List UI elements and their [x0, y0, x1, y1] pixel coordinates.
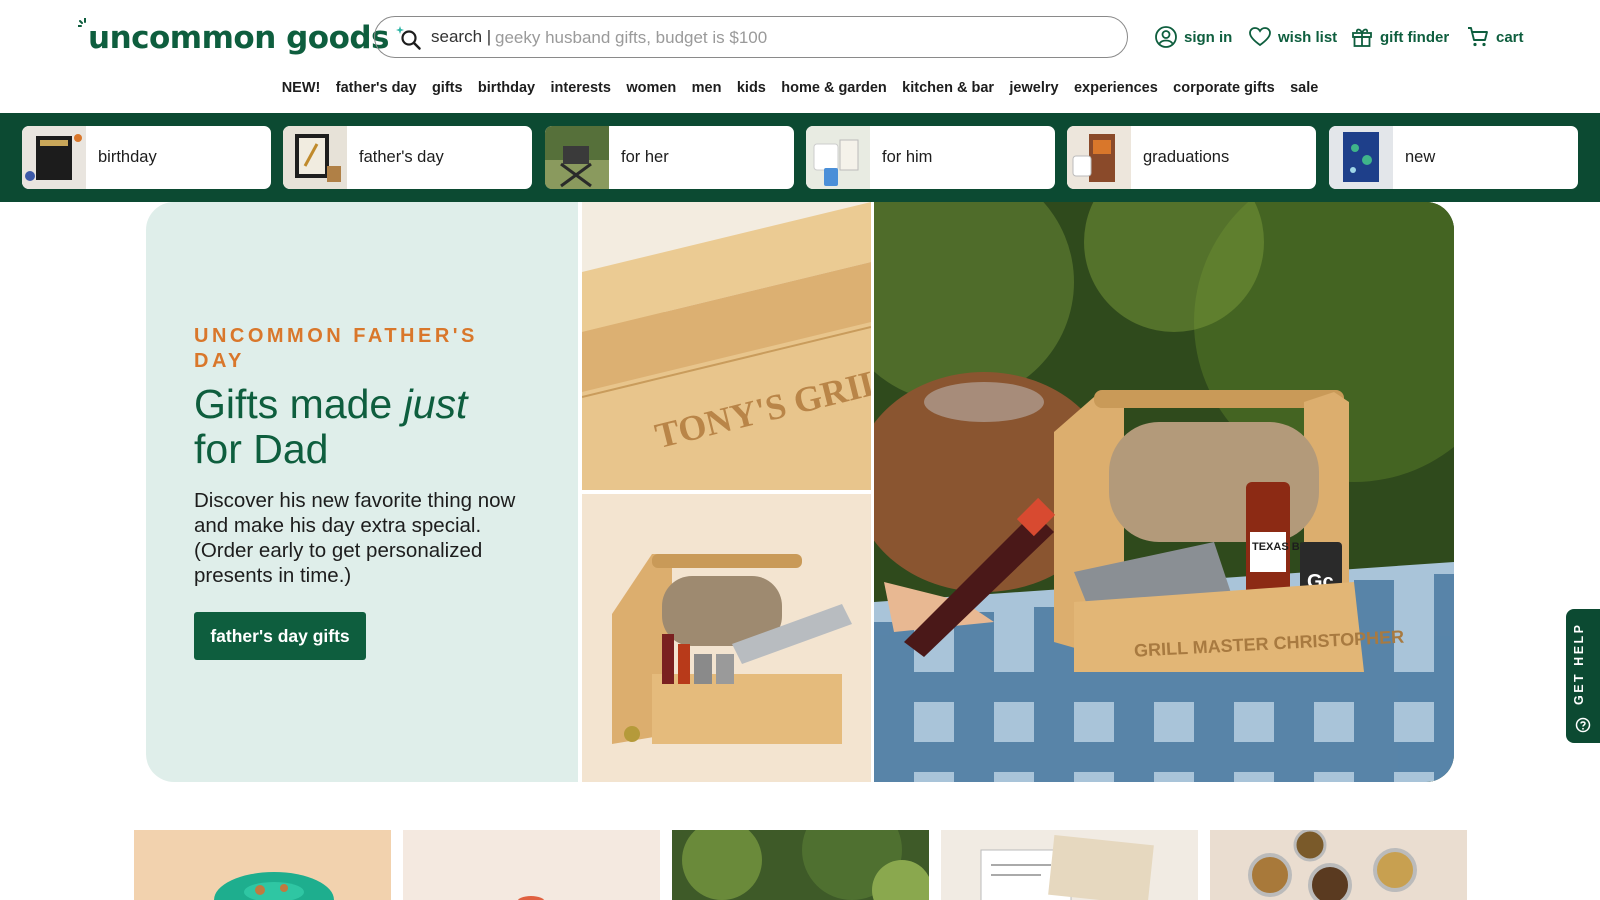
search-input[interactable] [493, 20, 1097, 56]
sign-in-label: sign in [1184, 28, 1233, 46]
nav-item-birthday[interactable]: birthday [470, 76, 543, 100]
product-tile-5[interactable] [1210, 830, 1467, 900]
category-thumb [1329, 126, 1393, 189]
nav-item-interests[interactable]: interests [543, 76, 619, 100]
get-help-label: GET HELP [1572, 622, 1586, 706]
logo-text: uncommon goods [88, 20, 390, 56]
get-help-tab[interactable]: GET HELP [1566, 609, 1600, 743]
hero-panel: UNCOMMON FATHER'S DAY Gifts made just fo… [146, 202, 578, 782]
nav-item-home-garden[interactable]: home & garden [774, 76, 895, 100]
category-thumb [545, 126, 609, 189]
help-circle-icon [1575, 717, 1591, 733]
category-label: birthday [98, 148, 157, 166]
gift-finder-link[interactable]: gift finder [1350, 22, 1449, 52]
nav-item-gifts[interactable]: gifts [424, 76, 470, 100]
category-label: graduations [1143, 148, 1230, 166]
ai-search-icon [396, 26, 421, 50]
wish-list-link[interactable]: wish list [1248, 22, 1337, 52]
nav-item-corporate-gifts[interactable]: corporate gifts [1165, 76, 1282, 100]
fathers-day-gifts-button[interactable]: father's day gifts [194, 612, 366, 660]
logo-sparkle-icon [78, 18, 86, 27]
sign-in-link[interactable]: sign in [1154, 22, 1232, 52]
heart-icon [1249, 27, 1271, 47]
site-logo[interactable]: uncommon goods [78, 18, 390, 58]
wish-list-label: wish list [1278, 28, 1338, 46]
hero-image-caddy-product[interactable] [582, 494, 871, 782]
category-strip: birthday father's day for her for him gr… [0, 113, 1600, 202]
search-bar[interactable]: search | [374, 16, 1128, 58]
category-thumb [22, 126, 86, 189]
nav-item-fathers-day[interactable]: father's day [328, 76, 424, 100]
category-thumb [806, 126, 870, 189]
headline-italic: just [403, 381, 468, 427]
nav-item-men[interactable]: men [684, 76, 729, 100]
nav-item-kids[interactable]: kids [729, 76, 773, 100]
hero-image-grill-master-caddy[interactable]: TEXAS BBQ Gc GRILL MASTER CHRISTOPHER [874, 202, 1454, 782]
nav-item-sale[interactable]: sale [1282, 76, 1326, 100]
nav-item-women[interactable]: women [619, 76, 684, 100]
gift-finder-label: gift finder [1380, 28, 1450, 46]
hero-description: Discover his new favorite thing now and … [194, 489, 516, 587]
category-thumb [1067, 126, 1131, 189]
nav-item-jewelry[interactable]: jewelry [1002, 76, 1067, 100]
product-tile-4[interactable] [941, 830, 1198, 900]
category-label: father's day [359, 148, 444, 166]
gift-icon [1352, 28, 1372, 47]
category-card-birthday[interactable]: birthday [22, 126, 271, 189]
hero-headline: Gifts made just for Dad [194, 382, 554, 472]
product-tile-2[interactable] [403, 830, 660, 900]
nav-item-new[interactable]: NEW! [274, 76, 328, 100]
hero-eyebrow: UNCOMMON FATHER'S DAY [194, 325, 478, 372]
cart-label: cart [1496, 28, 1524, 46]
category-card-graduations[interactable]: graduations [1067, 126, 1316, 189]
product-tile-3[interactable] [672, 830, 929, 900]
category-label: for her [621, 148, 669, 166]
category-card-new[interactable]: new [1329, 126, 1578, 189]
category-thumb [283, 126, 347, 189]
product-tile-1[interactable] [134, 830, 391, 900]
hero-image-engraved-caddy[interactable]: TONY'S GRILL [582, 202, 871, 490]
category-card-for-him[interactable]: for him [806, 126, 1055, 189]
headline-text-1: Gifts made [194, 381, 404, 427]
nav-item-experiences[interactable]: experiences [1066, 76, 1165, 100]
category-card-for-her[interactable]: for her [545, 126, 794, 189]
search-prefix: search | [431, 27, 492, 46]
site-header: uncommon goods search | sign in wish lis… [0, 0, 1600, 113]
headline-text-2: for Dad [194, 426, 329, 472]
main-nav: NEW! father's day gifts birthday interes… [0, 76, 1600, 100]
nav-item-kitchen-bar[interactable]: kitchen & bar [894, 76, 1001, 100]
cart-link[interactable]: cart [1466, 22, 1524, 52]
category-label: for him [882, 148, 933, 166]
category-label: new [1405, 148, 1436, 166]
category-card-fathers-day[interactable]: father's day [283, 126, 532, 189]
user-icon [1155, 26, 1177, 48]
cart-icon [1468, 27, 1488, 47]
